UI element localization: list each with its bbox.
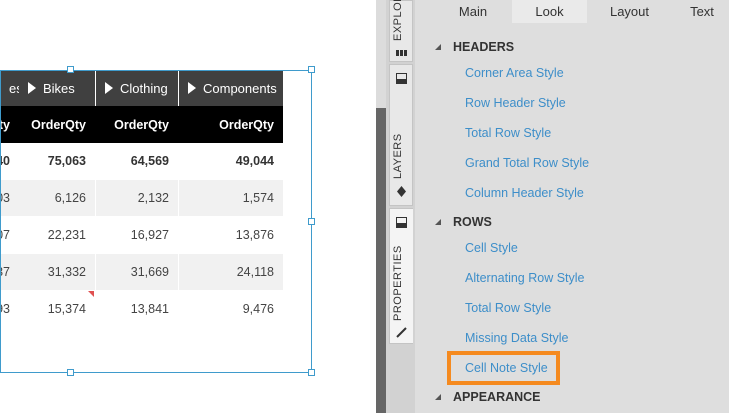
link-grand-total-row-style[interactable]: Grand Total Row Style — [465, 156, 589, 170]
expand-arrow-icon[interactable] — [188, 82, 196, 94]
column-header[interactable]: OrderQty — [19, 106, 95, 143]
column-header[interactable]: Qty — [0, 106, 19, 143]
cell-note-marker[interactable] — [88, 291, 94, 297]
table-cell[interactable]: 37 — [0, 254, 19, 290]
group-header-label: Bikes — [43, 80, 75, 96]
group-header-label: Components — [203, 80, 277, 96]
table-row-total: 40 75,063 64,569 49,044 — [0, 143, 283, 180]
table-cell[interactable]: 64,569 — [96, 143, 178, 179]
tab-explorer[interactable]: EXPLOR — [389, 0, 413, 62]
link-row-header-style[interactable]: Row Header Style — [465, 96, 566, 110]
table-cell[interactable]: 6,126 — [19, 180, 95, 216]
table-cell[interactable]: 2,132 — [96, 180, 178, 216]
tab-properties[interactable]: PROPERTIES — [389, 208, 413, 344]
pivot-grid[interactable]: es Bikes Clothing Components Qty OrderQt… — [0, 70, 283, 328]
collapse-caret-icon[interactable] — [435, 394, 441, 400]
group-header-bikes[interactable]: Bikes — [19, 70, 95, 106]
tab-layers[interactable]: LAYERS — [389, 64, 413, 206]
properties-panel-icon — [396, 217, 407, 228]
panel-splitter[interactable] — [376, 0, 386, 413]
tab-layers-label: LAYERS — [392, 133, 404, 179]
group-header-clothing[interactable]: Clothing — [96, 70, 178, 106]
group-header-row: es Bikes Clothing Components — [0, 70, 283, 106]
tab-main[interactable]: Main — [438, 0, 508, 23]
table-row: 93 15,374 13,841 9,476 — [0, 291, 283, 328]
link-total-row-style[interactable]: Total Row Style — [465, 126, 551, 140]
section-rows[interactable]: ROWS — [435, 215, 492, 229]
tab-text[interactable]: Text — [675, 0, 729, 23]
table-cell[interactable]: 49,044 — [179, 143, 283, 179]
expand-arrow-icon[interactable] — [105, 82, 113, 94]
table-row: 07 22,231 16,927 13,876 — [0, 217, 283, 254]
resize-handle-top[interactable] — [67, 66, 74, 73]
table-cell[interactable]: 1,574 — [179, 180, 283, 216]
section-headers[interactable]: HEADERS — [435, 40, 514, 54]
expand-arrow-icon[interactable] — [28, 82, 36, 94]
table-cell[interactable]: 40 — [0, 143, 19, 179]
dashboard-canvas[interactable]: es Bikes Clothing Components Qty OrderQt… — [0, 0, 376, 413]
section-title: ROWS — [453, 215, 492, 229]
tab-properties-label: PROPERTIES — [392, 245, 404, 321]
tab-explorer-label: EXPLOR — [392, 0, 404, 41]
tab-layout[interactable]: Layout — [592, 0, 667, 23]
table-row: 37 31,332 31,669 24,118 — [0, 254, 283, 291]
column-header[interactable]: OrderQty — [96, 106, 178, 143]
link-cell-style[interactable]: Cell Style — [465, 241, 518, 255]
table-cell[interactable]: 9,476 — [179, 291, 283, 327]
table-cell[interactable]: 31,669 — [96, 254, 178, 290]
explorer-icon — [396, 50, 407, 56]
group-header-label: es — [9, 80, 19, 96]
resize-handle-bottom-right[interactable] — [308, 369, 315, 376]
table-cell[interactable]: 24,118 — [179, 254, 283, 290]
group-header-label: Clothing — [120, 80, 168, 96]
splitter-top — [376, 0, 386, 108]
collapse-caret-icon[interactable] — [435, 44, 441, 50]
resize-handle-bottom[interactable] — [67, 369, 74, 376]
link-missing-data-style[interactable]: Missing Data Style — [465, 331, 569, 345]
link-alternating-row-style[interactable]: Alternating Row Style — [465, 271, 585, 285]
link-cell-note-style[interactable]: Cell Note Style — [465, 361, 548, 375]
table-cell[interactable]: 13,841 — [96, 291, 178, 327]
column-header[interactable]: OrderQty — [179, 106, 283, 143]
table-cell[interactable]: 16,927 — [96, 217, 178, 253]
group-header-partial[interactable]: es — [0, 70, 19, 106]
table-row: 03 6,126 2,132 1,574 — [0, 180, 283, 217]
layers-icon — [397, 186, 406, 197]
link-column-header-style[interactable]: Column Header Style — [465, 186, 584, 200]
tab-look[interactable]: Look — [512, 0, 587, 23]
property-tabs: Main Look Layout Text — [415, 0, 729, 23]
section-appearance[interactable]: APPEARANCE — [435, 390, 541, 404]
table-cell[interactable]: 07 — [0, 217, 19, 253]
layer-panel-icon — [396, 73, 407, 84]
table-cell[interactable]: 13,876 — [179, 217, 283, 253]
column-header-row: Qty OrderQty OrderQty OrderQty — [0, 106, 283, 143]
table-cell[interactable]: 15,374 — [19, 291, 95, 327]
table-cell[interactable]: 93 — [0, 291, 19, 327]
side-tab-strip: EXPLOR LAYERS PROPERTIES — [386, 0, 415, 413]
link-corner-area-style[interactable]: Corner Area Style — [465, 66, 564, 80]
group-header-components[interactable]: Components — [179, 70, 283, 106]
table-cell[interactable]: 22,231 — [19, 217, 95, 253]
section-title: APPEARANCE — [453, 390, 541, 404]
collapse-caret-icon[interactable] — [435, 219, 441, 225]
section-title: HEADERS — [453, 40, 515, 54]
table-cell[interactable]: 03 — [0, 180, 19, 216]
table-cell[interactable]: 75,063 — [19, 143, 95, 179]
resize-handle-right[interactable] — [308, 218, 315, 225]
table-cell[interactable]: 31,332 — [19, 254, 95, 290]
properties-panel: Main Look Layout Text HEADERS Corner Are… — [415, 0, 729, 413]
brush-icon — [396, 327, 407, 338]
link-rows-total-row-style[interactable]: Total Row Style — [465, 301, 551, 315]
resize-handle-top-right[interactable] — [308, 66, 315, 73]
